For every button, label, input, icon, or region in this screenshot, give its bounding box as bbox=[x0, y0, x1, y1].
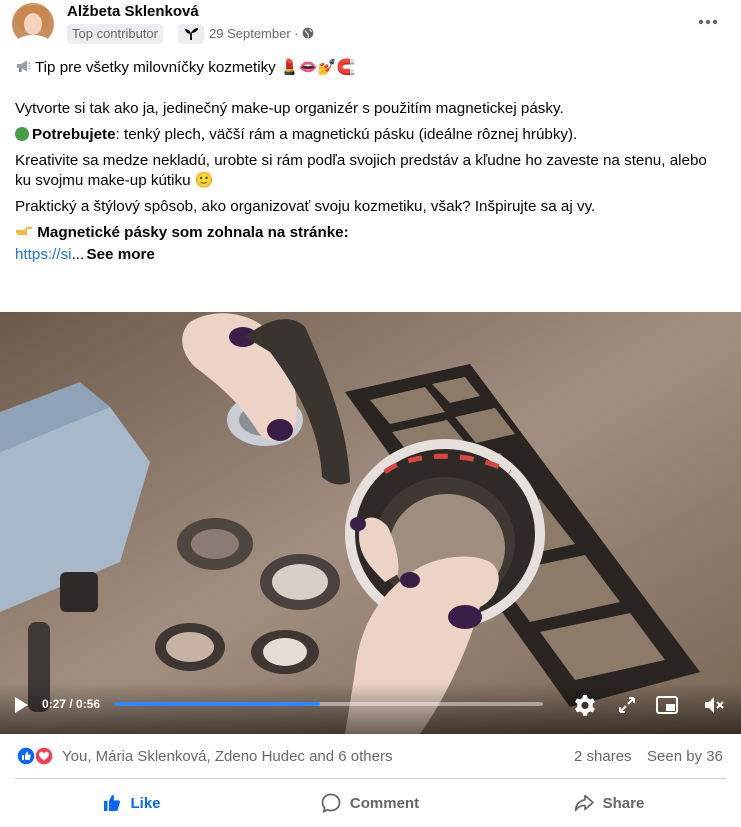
like-button[interactable]: Like bbox=[15, 781, 248, 825]
point-right-icon bbox=[16, 227, 32, 235]
top-contributor-badge[interactable]: Top contributor bbox=[67, 24, 163, 44]
more-dots-icon[interactable] bbox=[694, 10, 722, 34]
post-date[interactable]: 29 September bbox=[209, 26, 291, 41]
needs-text: : tenký plech, väčší rám a magnetickú pá… bbox=[115, 126, 578, 143]
paragraph-3: Kreativite sa medze nekladú, urobte si r… bbox=[15, 152, 707, 189]
avatar[interactable] bbox=[12, 3, 54, 45]
like-reaction-icon bbox=[16, 746, 36, 766]
share-icon bbox=[574, 794, 594, 812]
link-line: https://si... See more bbox=[15, 245, 727, 265]
thumbs-up-icon bbox=[104, 795, 121, 811]
progress-fill bbox=[115, 702, 321, 706]
time-separator: / bbox=[66, 697, 77, 711]
fullscreen-icon[interactable] bbox=[614, 692, 640, 718]
video-frame bbox=[0, 312, 741, 734]
needs-label: Potrebujete bbox=[32, 126, 116, 143]
sprout-icon[interactable] bbox=[178, 24, 204, 44]
pip-icon[interactable] bbox=[654, 692, 680, 718]
reaction-icons[interactable] bbox=[16, 746, 56, 766]
author-name[interactable]: Alžbeta Sklenková bbox=[67, 3, 199, 20]
headline-text: Tip pre všetky milovníčky kozmetiky bbox=[34, 59, 276, 76]
video-player[interactable]: 0:27 / 0:56 bbox=[0, 312, 741, 734]
ellipsis: ... bbox=[71, 246, 85, 263]
action-bar: Like Comment Share bbox=[0, 781, 741, 825]
comment-label: Comment bbox=[349, 794, 420, 812]
mute-icon[interactable] bbox=[702, 692, 728, 718]
tape-source-label: Magnetické pásky som zohnala na stránke: bbox=[37, 224, 349, 241]
globe-icon bbox=[302, 27, 314, 39]
settings-icon[interactable] bbox=[572, 692, 598, 718]
love-reaction-icon bbox=[34, 746, 54, 766]
post-meta: 29 September · bbox=[209, 26, 314, 41]
progress-track[interactable] bbox=[115, 702, 543, 706]
comment-button[interactable]: Comment bbox=[253, 781, 486, 825]
headline-line: Tip pre všetky milovníčky kozmetiky 💄👄💅🧲 bbox=[15, 58, 727, 78]
source-link[interactable]: https://si bbox=[15, 246, 72, 263]
reactions-summary[interactable]: You, Mária Sklenková, Zdeno Hudec and 6 … bbox=[62, 748, 392, 765]
paragraph-5: Magnetické pásky som zohnala na stránke: bbox=[15, 223, 727, 243]
reactions-row: You, Mária Sklenková, Zdeno Hudec and 6 … bbox=[0, 740, 741, 774]
post-body: Tip pre všetky milovníčky kozmetiky 💄👄💅🧲… bbox=[15, 58, 727, 271]
post-header: Alžbeta Sklenková Top contributor 29 Sep… bbox=[0, 0, 741, 52]
divider bbox=[15, 778, 726, 779]
paragraph-4: Praktický a štýlový spôsob, ako organizo… bbox=[15, 198, 596, 215]
paragraph-1: Vytvorte si tak ako ja, jedinečný make-u… bbox=[15, 100, 564, 117]
see-more-link[interactable]: See more bbox=[86, 246, 154, 263]
paragraph-2: Potrebujete: tenký plech, väčší rám a ma… bbox=[15, 125, 727, 145]
video-time: 0:27 / 0:56 bbox=[42, 697, 100, 711]
current-time: 0:27 bbox=[42, 697, 67, 711]
share-button[interactable]: Share bbox=[492, 781, 725, 825]
megaphone-icon bbox=[17, 60, 31, 72]
seen-count[interactable]: Seen by 36 bbox=[647, 748, 723, 765]
like-label: Like bbox=[130, 794, 161, 812]
video-controls: 0:27 / 0:56 bbox=[0, 682, 741, 734]
headline-emojis: 💄👄💅🧲 bbox=[280, 59, 356, 76]
green-circle-icon bbox=[15, 127, 29, 141]
meta-separator: · bbox=[294, 26, 299, 41]
play-icon[interactable] bbox=[8, 692, 34, 718]
comment-icon bbox=[321, 793, 341, 814]
duration: 0:56 bbox=[76, 697, 101, 711]
share-label: Share bbox=[602, 794, 645, 812]
shares-count[interactable]: 2 shares bbox=[574, 748, 632, 765]
